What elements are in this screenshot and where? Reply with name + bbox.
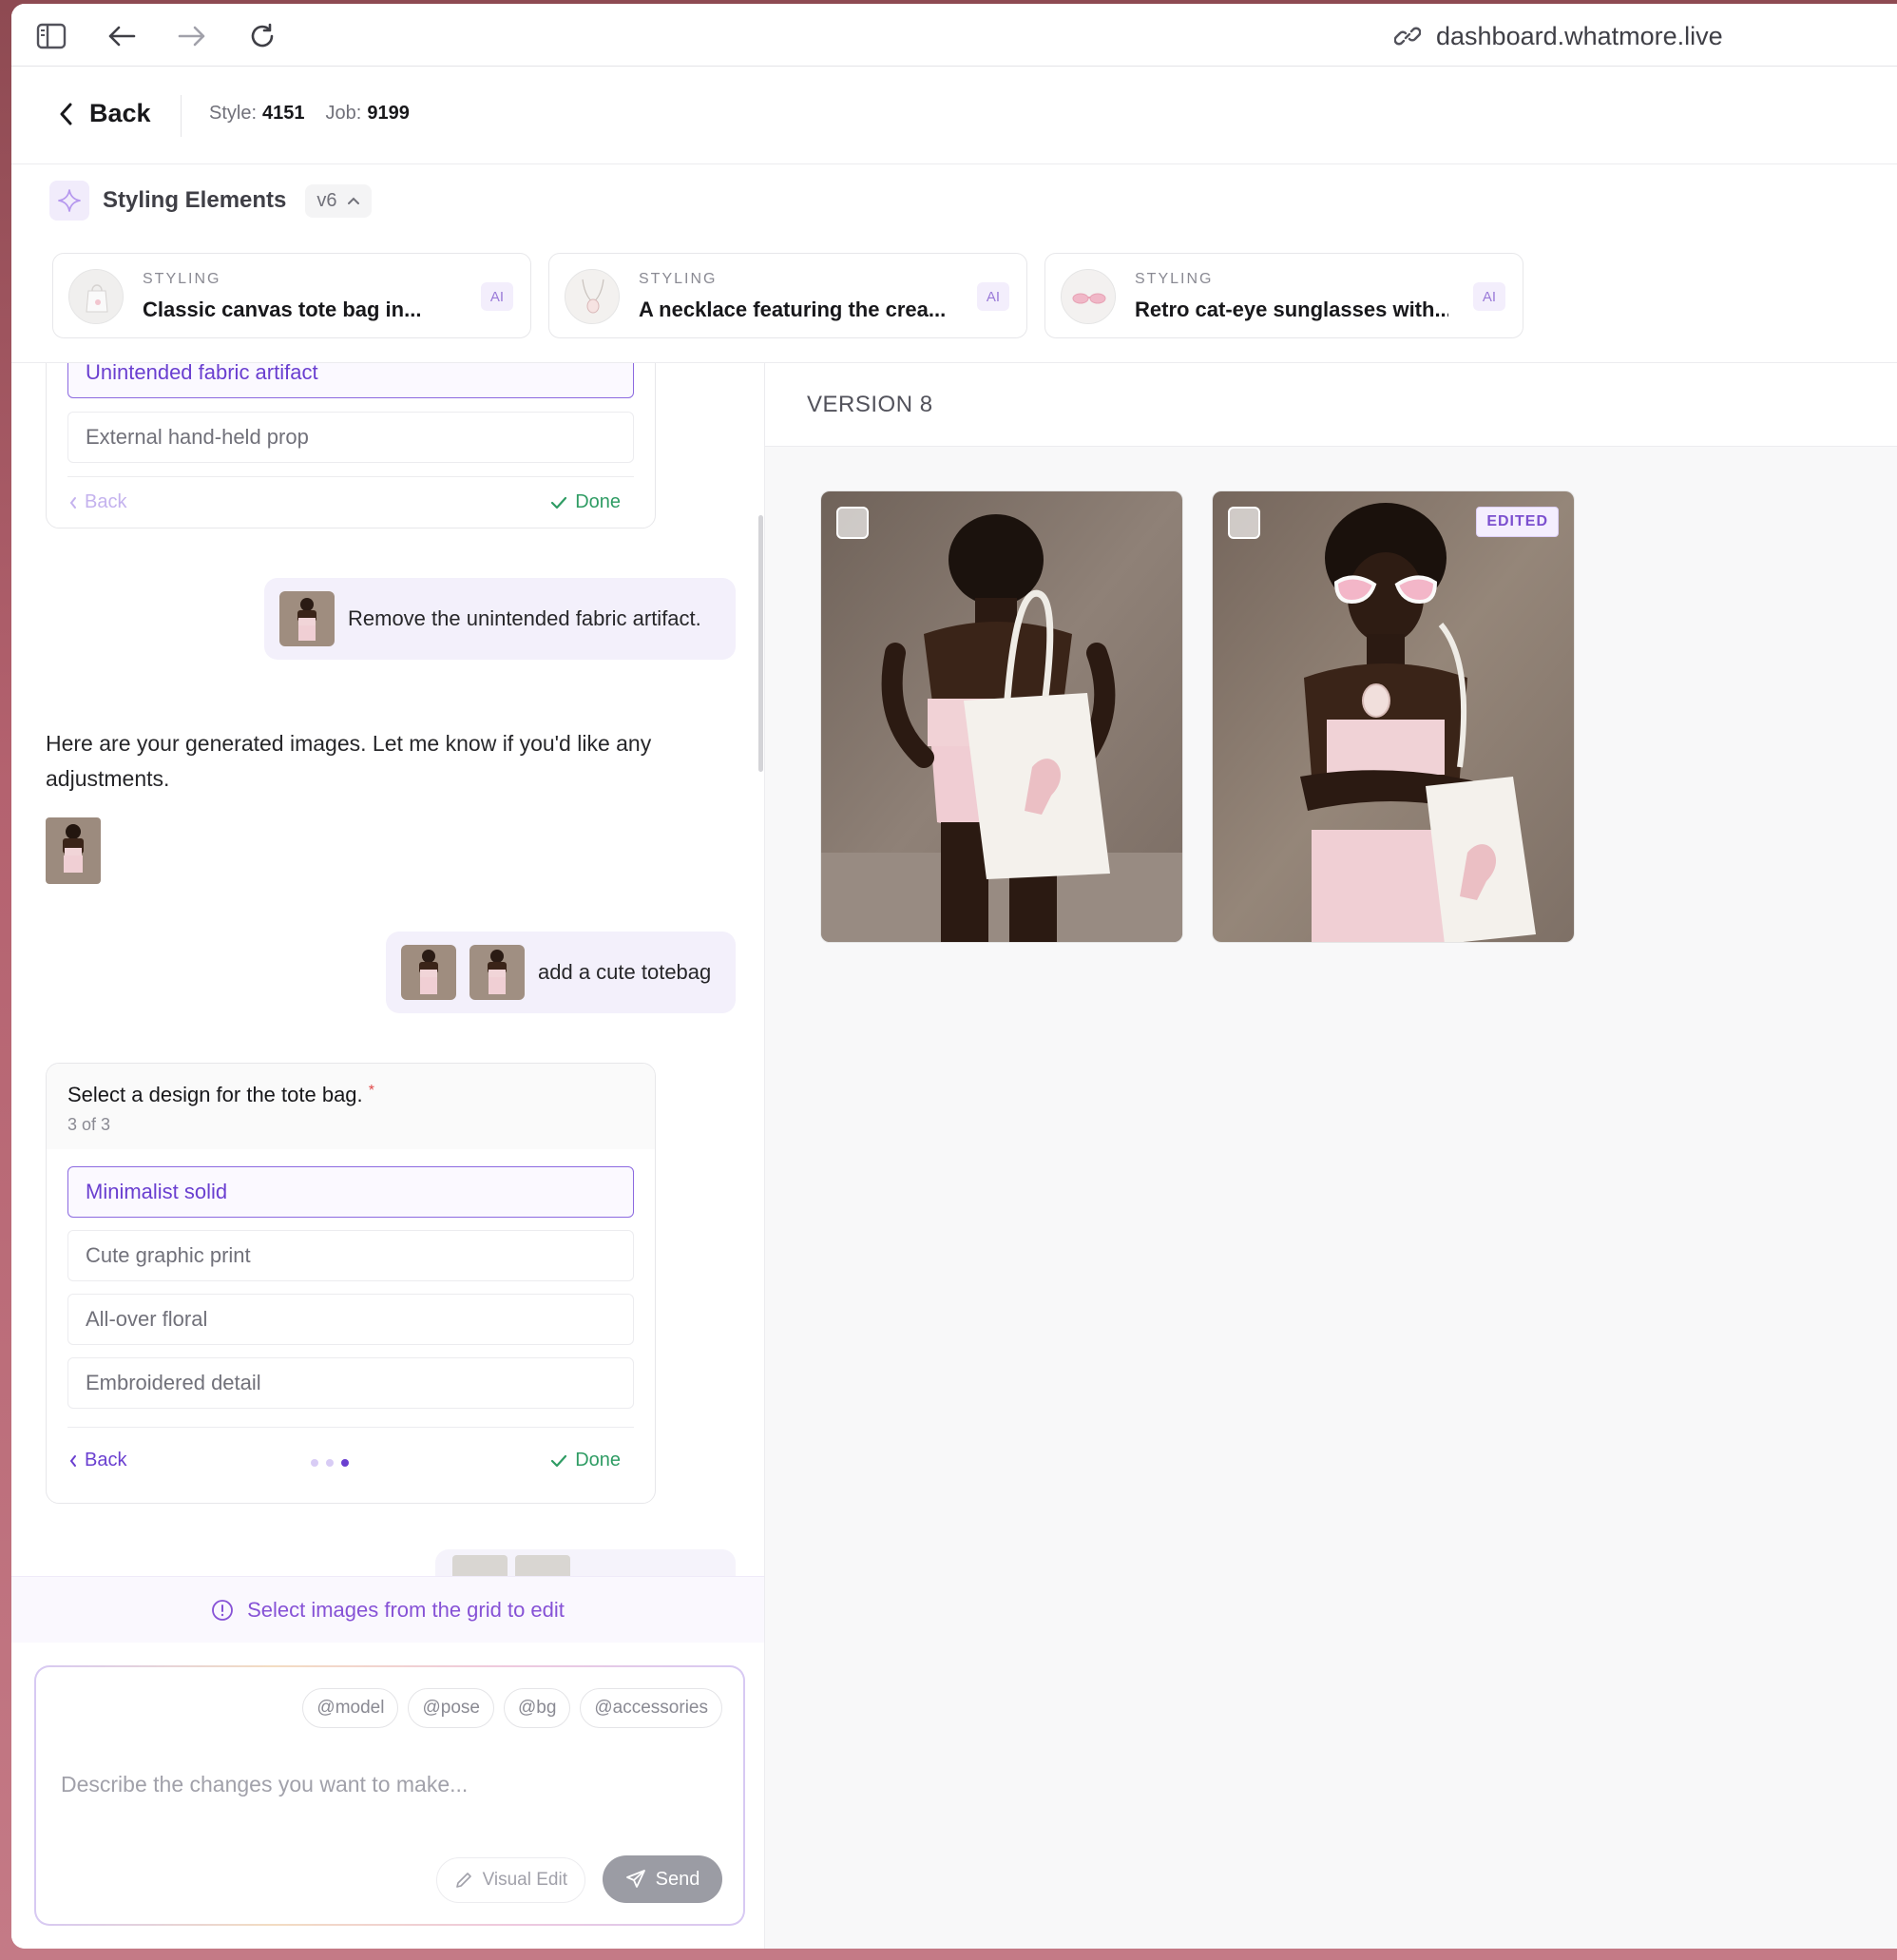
tag-accessories[interactable]: @accessories [580,1688,722,1728]
question-card-artifact: Unintended fabric artifact External hand… [46,363,656,528]
option-unintended-fabric-artifact[interactable]: Unintended fabric artifact [67,363,634,398]
option-minimalist-solid[interactable]: Minimalist solid [67,1166,634,1218]
styling-card-sunglasses[interactable]: STYLING Retro cat-eye sunglasses with...… [1044,253,1523,338]
selection-notice: Select images from the grid to edit [11,1576,764,1643]
chat-panel: Unintended fabric artifact External hand… [11,363,764,1949]
user-message-text: Remove the unintended fabric artifact. [348,606,701,630]
back-button[interactable]: Back [59,99,151,128]
user-message: Remove the unintended fabric artifact. [264,578,736,660]
assistant-message: Here are your generated images. Let me k… [46,731,652,791]
tag-model[interactable]: @model [302,1688,399,1728]
link-icon [1394,27,1421,46]
image-select-checkbox[interactable] [836,507,869,539]
visual-edit-button[interactable]: Visual Edit [435,1857,585,1903]
question-card-tote-design: Select a design for the tote bag. * 3 of… [46,1063,656,1504]
result-image-back-view[interactable] [820,490,1183,943]
necklace-thumbnail [565,269,620,324]
styling-elements-title: Styling Elements [103,187,287,213]
divider [67,1427,634,1428]
question-text: Select a design for the tote bag. * [67,1083,375,1106]
question-back-button[interactable]: Back [69,491,126,513]
user-message-partial [435,1549,736,1578]
check-icon [551,1454,567,1467]
reload-icon[interactable] [245,19,279,53]
option-external-hand-held-prop[interactable]: External hand-held prop [67,412,634,463]
tote-thumbnail [68,269,124,324]
sunglasses-thumbnail [1061,269,1116,324]
result-image-front-view[interactable]: EDITED [1212,490,1575,943]
ai-badge: AI [977,282,1009,311]
question-back-button[interactable]: Back [69,1450,126,1471]
back-label: Back [89,99,151,127]
question-done-button[interactable]: Done [550,1450,621,1471]
send-button[interactable]: Send [603,1855,722,1903]
browser-toolbar: dashboard.whatmore.live [11,4,1897,67]
divider [181,95,182,137]
option-embroidered-detail[interactable]: Embroidered detail [67,1357,634,1409]
attached-image-thumbnail[interactable] [469,945,525,1000]
address-bar[interactable]: dashboard.whatmore.live [1394,19,1723,53]
edited-badge: EDITED [1476,507,1559,537]
tag-bg[interactable]: @bg [503,1688,571,1728]
sidebar-toggle-icon[interactable] [34,19,68,53]
check-icon [551,496,567,509]
styling-elements-header: Styling Elements v6 [49,181,372,221]
styling-card-tote[interactable]: STYLING Classic canvas tote bag in... AI [52,253,531,338]
user-message: add a cute totebag [386,932,736,1013]
attached-image-thumbnail[interactable] [279,591,335,646]
job-id: Job: 9199 [325,103,410,124]
pencil-icon [455,1873,471,1888]
back-arrow-icon[interactable] [105,19,139,53]
image-select-checkbox[interactable] [1228,507,1260,539]
attached-image-thumbnail [452,1555,508,1578]
message-composer: @model @pose @bg @accessories Describe t… [34,1665,745,1926]
browser-window: dashboard.whatmore.live Back Style: 4151 … [11,4,1897,1949]
progress-dot [326,1459,334,1467]
user-message-text: add a cute totebag [538,960,712,984]
attached-image-thumbnail [515,1555,570,1578]
mention-tags: @model @pose @bg @accessories [302,1688,722,1728]
progress-dot-active [341,1459,349,1467]
chevron-left-icon [69,496,76,509]
question-done-button[interactable]: Done [550,491,621,513]
styling-card-necklace[interactable]: STYLING A necklace featuring the crea...… [548,253,1027,338]
composer-input[interactable]: Describe the changes you want to make... [61,1772,468,1797]
results-panel: VERSION 8 EDITED [764,363,1897,1949]
job-meta: Style: 4151 Job: 9199 [209,103,410,125]
question-header: Select a design for the tote bag. * 3 of… [47,1064,655,1149]
attached-image-thumbnail[interactable] [401,945,456,1000]
info-icon [212,1599,233,1621]
progress-dots [311,1459,349,1467]
forward-arrow-icon[interactable] [175,19,209,53]
chevron-up-icon [347,197,359,204]
send-icon [625,1870,645,1888]
version-selector[interactable]: v6 [305,183,372,218]
app-header: Back Style: 4151 Job: 9199 [11,67,1897,164]
chat-scrollbar[interactable] [758,515,763,772]
option-cute-graphic-print[interactable]: Cute graphic print [67,1230,634,1281]
chevron-left-icon [69,1454,76,1467]
styling-cards: STYLING Classic canvas tote bag in... AI… [52,253,1523,338]
version-label: VERSION 8 [807,392,933,417]
ai-badge: AI [1473,282,1505,311]
url-text: dashboard.whatmore.live [1436,21,1723,50]
divider [67,476,634,477]
ai-badge: AI [481,282,513,311]
question-progress: 3 of 3 [67,1115,111,1134]
tag-pose[interactable]: @pose [408,1688,494,1728]
progress-dot [311,1459,318,1467]
version-header: VERSION 8 [765,363,1897,447]
option-all-over-floral[interactable]: All-over floral [67,1294,634,1345]
sparkle-icon [49,181,89,221]
generated-image-thumbnail[interactable] [46,817,101,884]
style-id: Style: 4151 [209,103,305,124]
chevron-left-icon [60,103,72,125]
